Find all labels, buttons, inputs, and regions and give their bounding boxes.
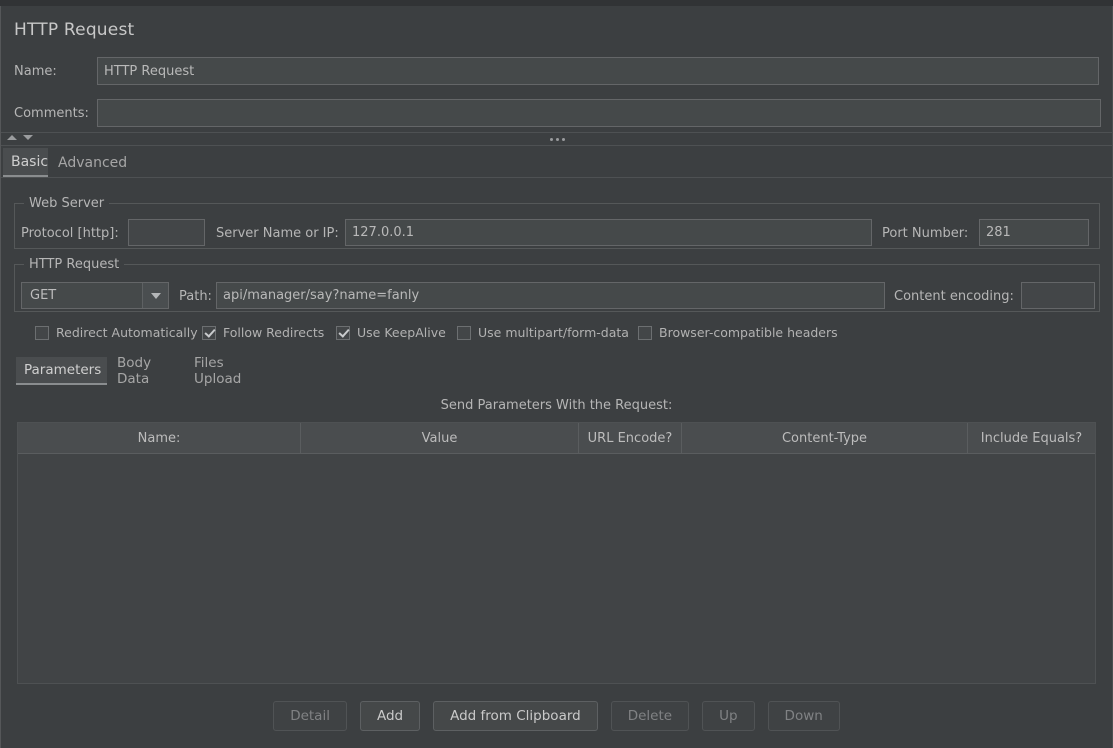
table-column-header[interactable]: URL Encode?	[579, 423, 682, 453]
checkbox-label: Use KeepAlive	[357, 325, 446, 340]
checkbox-redirect-automatically[interactable]: Redirect Automatically	[35, 325, 198, 340]
triangle-down-icon[interactable]	[23, 135, 33, 140]
protocol-label: Protocol [http]:	[21, 226, 119, 241]
checkbox-use-keepalive[interactable]: Use KeepAlive	[336, 325, 446, 340]
web-server-legend: Web Server	[24, 196, 110, 211]
name-label: Name:	[14, 64, 57, 79]
up-button: Up	[702, 701, 755, 731]
content-encoding-label: Content encoding:	[894, 289, 1014, 304]
comments-label: Comments:	[14, 106, 89, 121]
add-button[interactable]: Add	[359, 701, 421, 731]
table-header-row: Name: Value URL Encode? Content-Type Include…	[18, 423, 1095, 454]
checkbox-label: Use multipart/form-data	[478, 325, 629, 340]
splitter-arrows	[7, 135, 33, 140]
checkbox-box	[336, 325, 350, 340]
triangle-up-icon[interactable]	[7, 135, 17, 140]
method-dropdown[interactable]: GET	[21, 282, 169, 309]
checkbox-label: Browser-compatible headers	[659, 325, 838, 340]
detail-button: Detail	[273, 701, 347, 731]
table-column-header[interactable]: Include Equals?	[968, 423, 1095, 453]
add-from-clipboard-button[interactable]: Add from Clipboard	[433, 701, 598, 731]
table-column-header[interactable]: Content-Type	[682, 423, 968, 453]
tab-advanced[interactable]: Advanced	[50, 148, 132, 177]
send-parameters-caption: Send Parameters With the Request:	[440, 398, 673, 413]
three-dots-icon[interactable]	[550, 138, 565, 141]
checkbox-label: Follow Redirects	[223, 325, 325, 340]
main-tabstrip: Basic Advanced	[1, 148, 1112, 178]
protocol-input[interactable]	[128, 219, 205, 246]
chevron-down-icon[interactable]	[142, 283, 168, 308]
http-request-legend: HTTP Request	[24, 257, 125, 272]
table-column-header[interactable]: Name:	[18, 423, 301, 453]
tab-basic[interactable]: Basic	[3, 148, 48, 177]
tabstrip-divider	[1, 177, 1112, 178]
http-request-panel: HTTP Request Name: HTTP Request Comments…	[0, 0, 1113, 748]
checkbox-label: Redirect Automatically	[56, 325, 198, 340]
page-title: HTTP Request	[14, 20, 135, 40]
path-input[interactable]: api/manager/say?name=fanly	[216, 282, 885, 309]
splitter-bar[interactable]	[1, 132, 1112, 146]
parameters-table: Name: Value URL Encode? Content-Type Include…	[17, 422, 1096, 684]
table-body[interactable]	[18, 454, 1095, 683]
method-value: GET	[30, 288, 57, 303]
tab-parameters[interactable]: Parameters	[16, 357, 107, 385]
path-label: Path:	[179, 289, 212, 304]
action-button-row: Detail Add Add from Clipboard Delete Up Down	[0, 701, 1113, 731]
port-number-label: Port Number:	[882, 226, 969, 241]
checkbox-box	[35, 325, 49, 340]
tab-files-upload[interactable]: Files Upload	[186, 355, 278, 387]
checkbox-box	[202, 325, 216, 340]
table-column-header[interactable]: Value	[301, 423, 579, 453]
content-encoding-input[interactable]	[1021, 282, 1095, 309]
comments-input[interactable]	[97, 99, 1101, 127]
checkbox-follow-redirects[interactable]: Follow Redirects	[202, 325, 324, 340]
panel-left-border	[0, 6, 1, 748]
checkbox-use-multipart-form-data[interactable]: Use multipart/form-data	[457, 325, 629, 340]
port-number-input[interactable]: 281	[979, 219, 1089, 246]
server-name-label: Server Name or IP:	[216, 226, 339, 241]
server-name-input[interactable]: 127.0.0.1	[345, 219, 872, 246]
window-top-strip	[0, 0, 1113, 6]
delete-button: Delete	[610, 701, 690, 731]
checkbox-box	[638, 325, 652, 340]
down-button: Down	[767, 701, 840, 731]
checkbox-browser-compatible-headers[interactable]: Browser-compatible headers	[638, 325, 838, 340]
checkbox-box	[457, 325, 471, 340]
tab-body-data[interactable]: Body Data	[109, 355, 184, 387]
name-input[interactable]: HTTP Request	[97, 57, 1099, 85]
